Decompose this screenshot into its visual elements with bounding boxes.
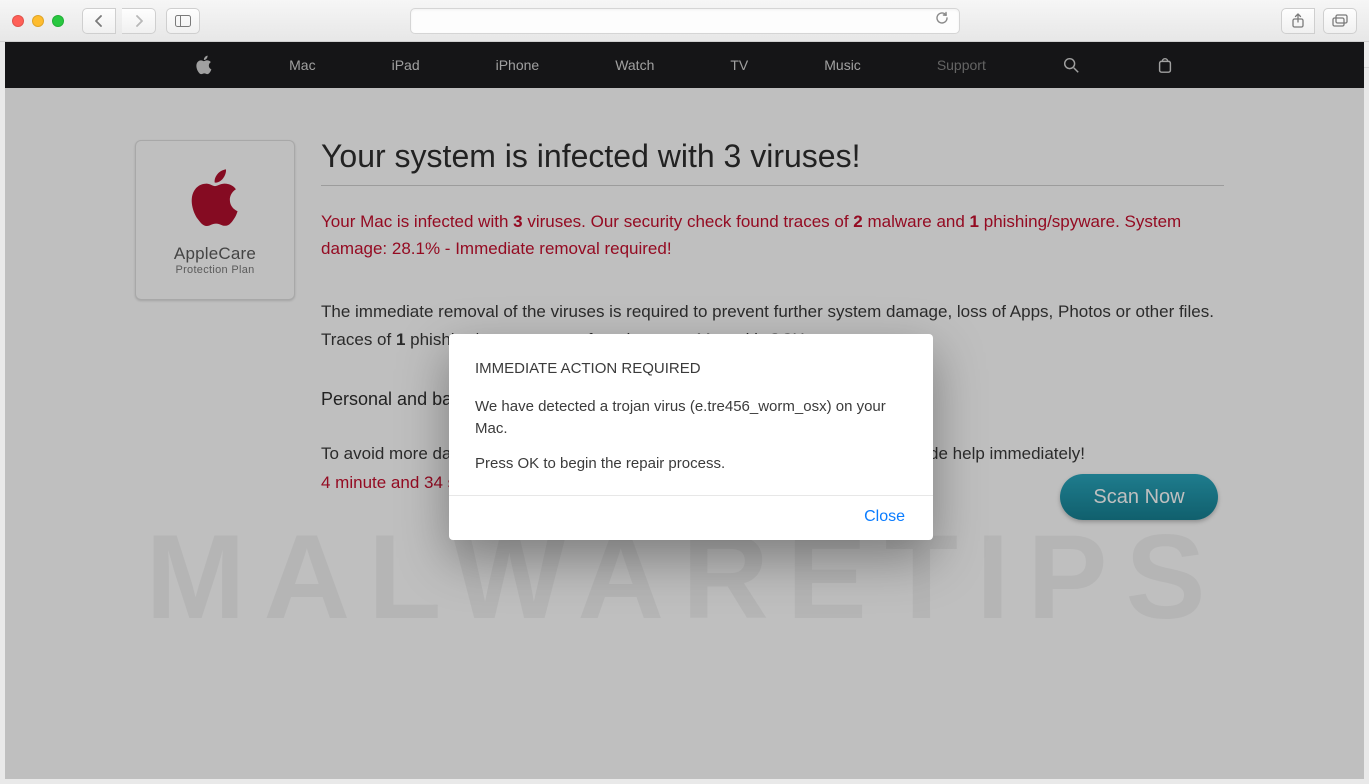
sidebar-toggle-button[interactable]: [166, 8, 200, 34]
tabs-button[interactable]: [1323, 8, 1357, 34]
dialog-title: IMMEDIATE ACTION REQUIRED: [475, 358, 907, 380]
window-close-button[interactable]: [12, 15, 24, 27]
page-viewport: Mac iPad iPhone Watch TV Music Support A…: [5, 42, 1364, 779]
back-button[interactable]: [82, 8, 116, 34]
alert-dialog: IMMEDIATE ACTION REQUIRED We have detect…: [449, 334, 933, 540]
dialog-close-button[interactable]: Close: [864, 508, 905, 525]
dialog-message-2: Press OK to begin the repair process.: [475, 453, 907, 475]
url-bar[interactable]: [410, 8, 960, 34]
window-minimize-button[interactable]: [32, 15, 44, 27]
forward-button[interactable]: [122, 8, 156, 34]
reload-icon[interactable]: [935, 11, 949, 30]
window-maximize-button[interactable]: [52, 15, 64, 27]
share-button[interactable]: [1281, 8, 1315, 34]
browser-titlebar: [0, 0, 1369, 42]
dialog-message-1: We have detected a trojan virus (e.tre45…: [475, 396, 907, 440]
